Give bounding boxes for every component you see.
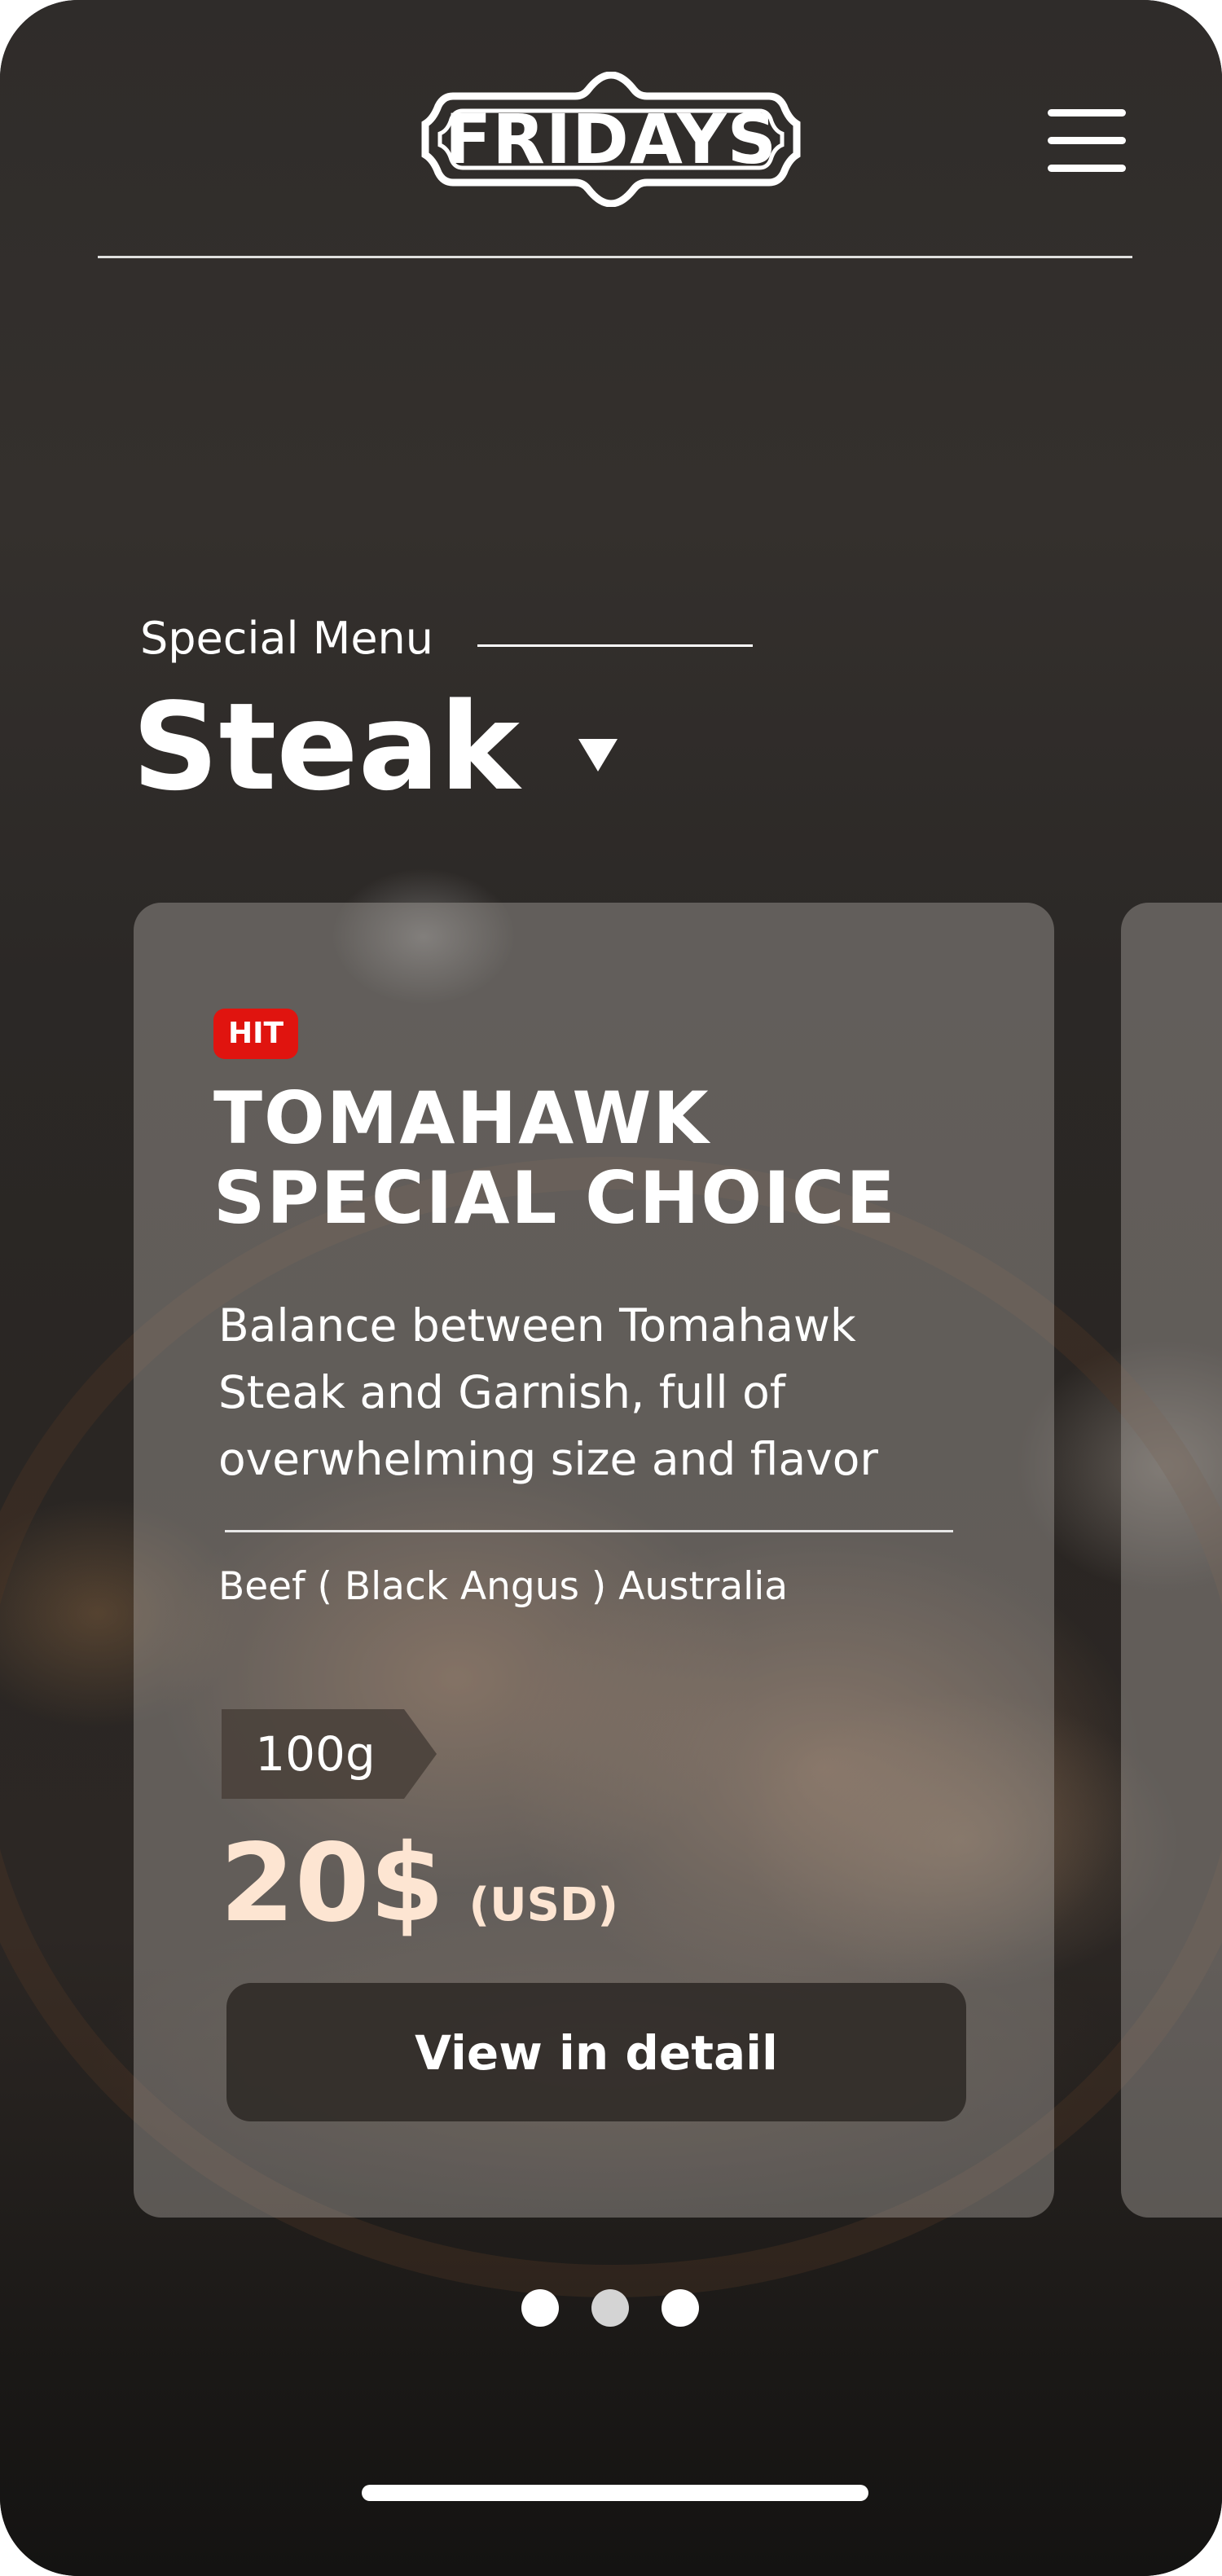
price-currency: (USD) — [468, 1879, 619, 1932]
menu-bar — [1048, 137, 1126, 144]
hit-badge: HIT — [213, 1009, 299, 1059]
card-title-line: TOMAHAWK — [213, 1076, 710, 1160]
eyebrow-divider — [477, 644, 753, 647]
view-detail-button[interactable]: View in detail — [226, 1983, 966, 2121]
fridays-logo[interactable]: FRIDAYS — [420, 72, 802, 207]
home-indicator[interactable] — [362, 2485, 868, 2501]
card-description: Balance between Tomahawk Steak and Garni… — [218, 1299, 878, 1485]
logo-text: FRIDAYS — [444, 99, 778, 179]
menu-bar — [1048, 109, 1126, 116]
section-eyebrow: Special Menu — [140, 613, 433, 664]
card-origin: Beef ( Black Angus ) Australia — [218, 1564, 789, 1609]
carousel-pagination — [521, 2289, 701, 2328]
card-divider — [225, 1530, 953, 1532]
weight-label: 100g — [255, 1726, 376, 1782]
menu-item-card[interactable]: HIT TOMAHAWK SPECIAL CHOICE Balance betw… — [134, 903, 1054, 2218]
category-label: Steak — [132, 677, 521, 817]
caret-down-icon — [578, 739, 618, 771]
next-card-peek[interactable] — [1121, 903, 1222, 2218]
pagination-dot[interactable] — [521, 2289, 559, 2327]
header-divider — [98, 256, 1132, 258]
pagination-dot[interactable] — [591, 2289, 629, 2327]
price-value: 20$ — [220, 1821, 445, 1946]
screen: FRIDAYS Special Menu Steak HIT TOMAHAWK … — [0, 0, 1222, 2576]
card-title: TOMAHAWK SPECIAL CHOICE — [213, 1079, 996, 1238]
menu-bar — [1048, 165, 1126, 172]
pagination-dot[interactable] — [662, 2289, 699, 2327]
price-row: 20$ (USD) — [220, 1826, 618, 1941]
hamburger-menu-icon[interactable] — [1048, 109, 1126, 173]
card-title-line: SPECIAL CHOICE — [213, 1156, 897, 1240]
category-dropdown[interactable]: Steak — [132, 678, 618, 816]
weight-tag: 100g — [222, 1709, 437, 1799]
